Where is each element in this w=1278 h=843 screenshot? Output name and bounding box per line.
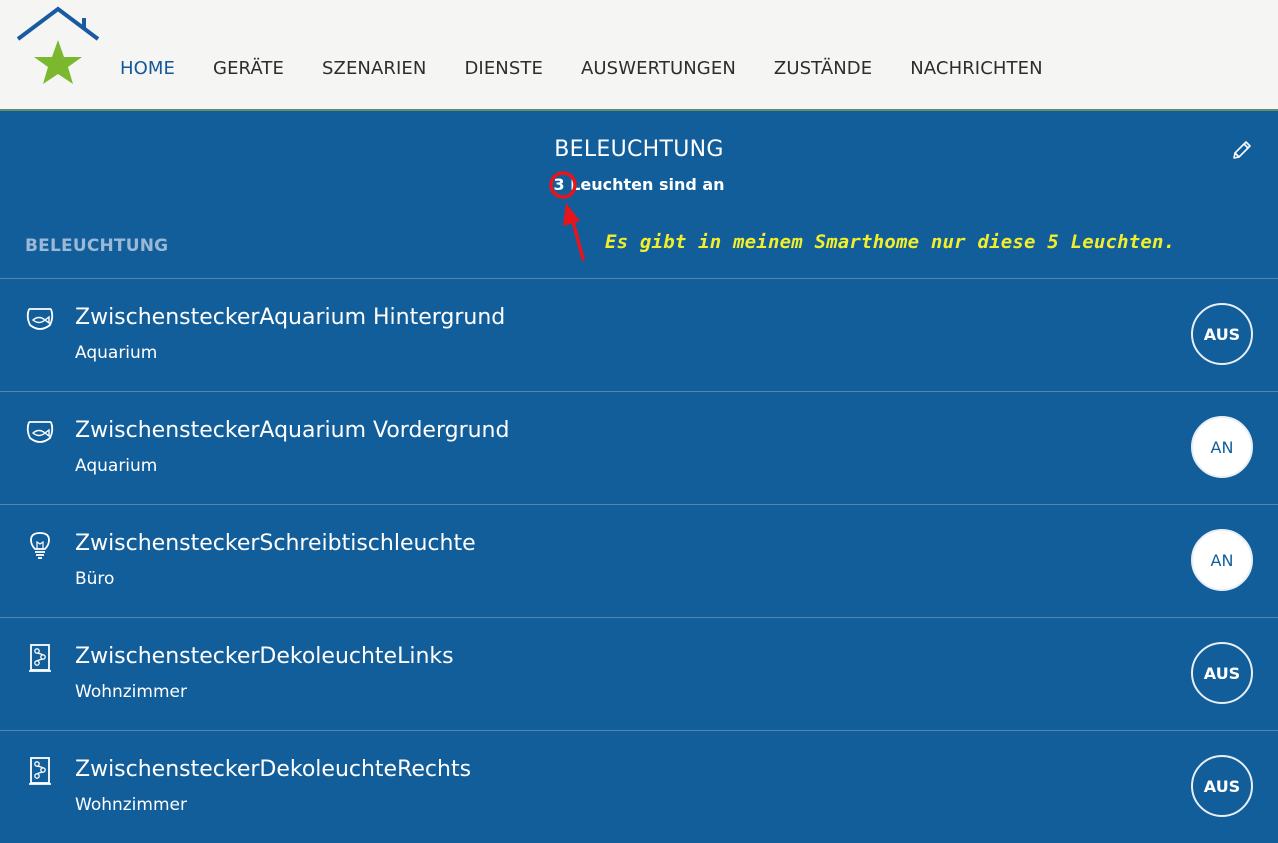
device-row[interactable]: ZwischensteckerDekoleuchteRechts Wohnzim… bbox=[0, 730, 1278, 843]
lighting-panel: BELEUCHTUNG 3 Leuchten sind an Es gibt i… bbox=[0, 111, 1278, 841]
device-name: ZwischensteckerAquarium Hintergrund bbox=[75, 305, 506, 330]
device-row[interactable]: ZwischensteckerAquarium Vordergrund Aqua… bbox=[0, 391, 1278, 504]
device-row[interactable]: ZwischensteckerAquarium Hintergrund Aqua… bbox=[0, 278, 1278, 391]
panel-subtitle: 3 Leuchten sind an bbox=[0, 175, 1278, 194]
lights-on-count: 3 bbox=[553, 175, 565, 194]
nav-auswertungen[interactable]: AUSWERTUNGEN bbox=[581, 30, 736, 79]
fishbowl-icon bbox=[26, 308, 54, 330]
device-room: Wohnzimmer bbox=[75, 682, 187, 702]
device-list: ZwischensteckerAquarium Hintergrund Aqua… bbox=[0, 278, 1278, 843]
nav-dienste[interactable]: DIENSTE bbox=[464, 30, 543, 79]
device-row[interactable]: ZwischensteckerSchreibtischleuchte Büro … bbox=[0, 504, 1278, 617]
nav-nachrichten[interactable]: NACHRICHTEN bbox=[910, 30, 1042, 79]
device-name: ZwischensteckerAquarium Vordergrund bbox=[75, 418, 510, 443]
toggle-button[interactable]: AUS bbox=[1191, 642, 1253, 704]
annotation-arrow-head bbox=[563, 203, 580, 226]
main-nav: HOME GERÄTE SZENARIEN DIENSTE AUSWERTUNG… bbox=[120, 0, 1081, 109]
device-room: Wohnzimmer bbox=[75, 795, 187, 815]
annotation-note: Es gibt in meinem Smarthome nur diese 5 … bbox=[605, 231, 1176, 253]
toggle-button[interactable]: AN bbox=[1191, 529, 1253, 591]
device-room: Büro bbox=[75, 569, 115, 589]
lightbulb-icon bbox=[30, 532, 50, 559]
device-row[interactable]: ZwischensteckerDekoleuchteLinks Wohnzimm… bbox=[0, 617, 1278, 730]
nav-szenarien[interactable]: SZENARIEN bbox=[322, 30, 426, 79]
toggle-button[interactable]: AUS bbox=[1191, 303, 1253, 365]
nav-home[interactable]: HOME bbox=[120, 30, 175, 79]
fishbowl-icon bbox=[26, 421, 54, 443]
section-label: BELEUCHTUNG bbox=[25, 236, 169, 256]
deko-lamp-icon bbox=[29, 757, 51, 785]
nav-zustaende[interactable]: ZUSTÄNDE bbox=[774, 30, 872, 79]
annotation-arrow-shaft bbox=[569, 212, 585, 261]
panel-title: BELEUCHTUNG bbox=[554, 137, 724, 162]
device-room: Aquarium bbox=[75, 343, 158, 363]
device-name: ZwischensteckerDekoleuchteLinks bbox=[75, 644, 454, 669]
toggle-button[interactable]: AN bbox=[1191, 416, 1253, 478]
device-name: ZwischensteckerSchreibtischleuchte bbox=[75, 531, 476, 556]
device-name: ZwischensteckerDekoleuchteRechts bbox=[75, 757, 472, 782]
pencil-edit-icon[interactable] bbox=[1230, 138, 1254, 162]
top-navigation-bar: HOME GERÄTE SZENARIEN DIENSTE AUSWERTUNG… bbox=[0, 0, 1278, 111]
device-room: Aquarium bbox=[75, 456, 158, 476]
nav-geraete[interactable]: GERÄTE bbox=[213, 30, 284, 79]
lights-on-text: Leuchten sind an bbox=[564, 175, 725, 194]
smarthome-logo-icon[interactable] bbox=[14, 6, 102, 88]
deko-lamp-icon bbox=[29, 644, 51, 672]
toggle-button[interactable]: AUS bbox=[1191, 755, 1253, 817]
